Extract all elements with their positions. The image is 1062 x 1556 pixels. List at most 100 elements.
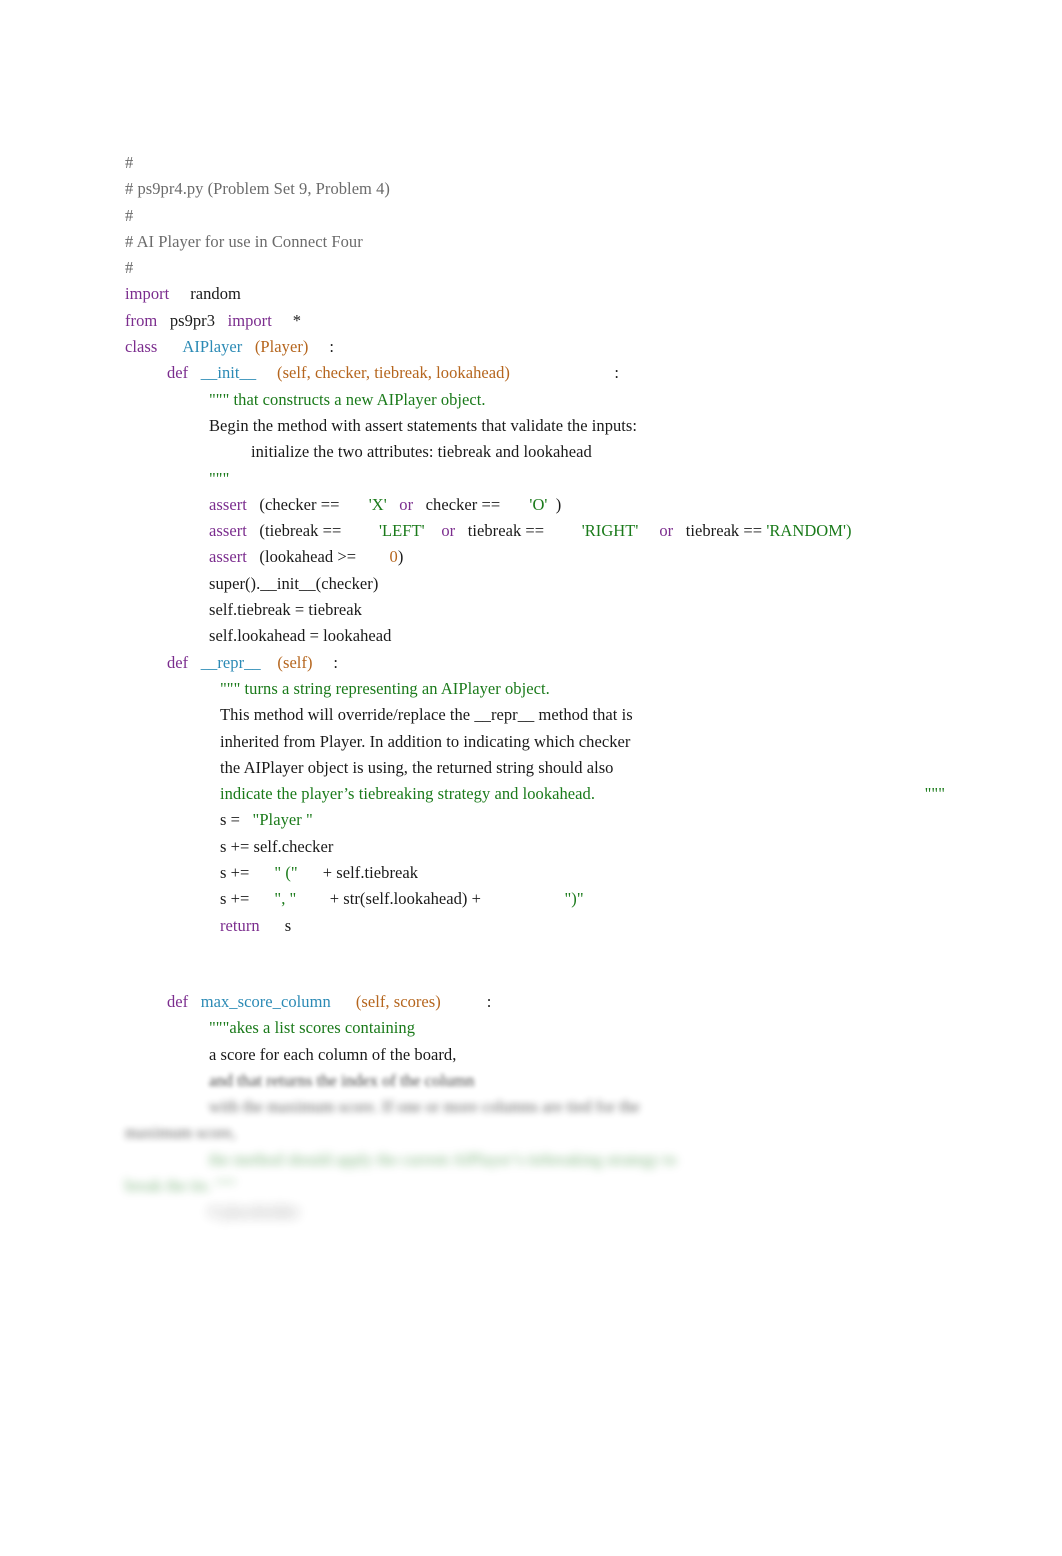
string-random: 'RANDOM') <box>766 521 852 541</box>
s-plus-prefix: s += <box>220 889 250 909</box>
keyword-or: or <box>441 521 456 541</box>
docstring-line-1: turns a string representing an AIPlayer … <box>240 678 550 698</box>
keyword-import-2: import <box>227 310 272 330</box>
docstring-line-3: inherited from Player. In addition to in… <box>220 731 631 751</box>
import-star: * <box>272 311 301 330</box>
string-left: 'LEFT' <box>378 521 425 541</box>
s-assign-prefix: s = <box>220 810 241 830</box>
paren-close: ) <box>397 547 404 567</box>
docstring-line-6: the method should apply the current AIPl… <box>209 1149 677 1169</box>
code-line-super-call: super().__init__(checker) <box>125 571 945 597</box>
docstring-close-quotes: """ <box>924 784 945 804</box>
docstring-line-5: indicate the player’s tiebreaking strate… <box>220 784 596 804</box>
code-line-assert-lookahead: assert (lookahead >= 0) <box>125 544 945 570</box>
code-line-return: return s <box>125 913 945 939</box>
code-line-attr-tiebreak: self.tiebreak = tiebreak <box>125 597 945 623</box>
docstring-line-4: with the maximum score. If one or more c… <box>209 1097 640 1117</box>
code-line-body-blurred: # placeholder <box>125 1199 945 1225</box>
assert-expr-middle-1: tiebreak == <box>467 521 545 541</box>
code-line-comment: # ps9pr4.py (Problem Set 9, Problem 4) <box>125 176 945 202</box>
body-line: # placeholder <box>209 1202 299 1222</box>
method-name-max-score-column: max_score_column <box>200 991 331 1011</box>
code-line-class-def: class AIPlayer (Player) : <box>125 334 945 360</box>
code-line-comment: # <box>125 150 945 176</box>
docstring-open-quotes: """ <box>209 1018 230 1038</box>
code-line-s-plus-tiebreak: s += " (" + self.tiebreak <box>125 860 945 886</box>
assert-expr-prefix: (checker == <box>259 494 340 514</box>
string-comma: ", " <box>274 889 297 909</box>
keyword-assert: assert <box>209 494 247 514</box>
docstring-line-5: maximum score, <box>125 1123 236 1143</box>
colon: : <box>329 337 334 357</box>
class-name-aiplayer: AIPlayer <box>182 337 243 357</box>
code-line-from-import: from ps9pr3 import * <box>125 308 945 334</box>
keyword-def: def <box>167 652 189 672</box>
string-player: "Player " <box>252 810 313 830</box>
code-line-docstring-open: """akes a list scores containing <box>125 1015 945 1041</box>
keyword-or-2: or <box>659 521 674 541</box>
code-line-docstring-blurred: and that returns the index of the column <box>125 1068 945 1094</box>
code-line-docstring: This method will override/replace the __… <box>125 702 945 728</box>
colon: : <box>333 652 339 672</box>
docstring-line-3: initialize the two attributes: tiebreak … <box>251 442 592 462</box>
code-line-attr-lookahead: self.lookahead = lookahead <box>125 623 945 649</box>
code-line-docstring: initialize the two attributes: tiebreak … <box>125 439 945 465</box>
init-params: (self, checker, tiebreak, lookahead) <box>277 363 510 383</box>
docstring-line-1: akes a list scores containing <box>229 1018 416 1038</box>
code-line-assert-tiebreak: assert (tiebreak == 'LEFT' or tiebreak =… <box>125 518 945 544</box>
code-line-docstring: the AIPlayer object is using, the return… <box>125 755 945 781</box>
code-line-s-assign: s = "Player " <box>125 807 945 833</box>
comment-text: # AI Player for use in Connect Four <box>125 231 363 251</box>
keyword-from: from <box>125 310 158 330</box>
comment-text: # <box>125 258 134 278</box>
code-line-docstring-blurred: the method should apply the current AIPl… <box>125 1147 945 1173</box>
comment-text: # ps9pr4.py (Problem Set 9, Problem 4) <box>125 179 390 199</box>
code-line-assert-checker: assert (checker == 'X' or checker == 'O'… <box>125 492 945 518</box>
string-open-paren: " (" <box>274 863 298 883</box>
keyword-class: class <box>125 337 158 357</box>
code-line-comment: # <box>125 203 945 229</box>
s-plus-lookahead-expr: + str(self.lookahead) + <box>329 889 482 909</box>
code-line-def-max-score-column: def max_score_column (self, scores) : <box>125 989 945 1015</box>
from-module-name: ps9pr3 <box>157 311 227 330</box>
code-line-def-repr: def __repr__ (self) : <box>125 650 945 676</box>
code-line-import: import random <box>125 281 945 307</box>
star-glyph: * <box>292 310 302 330</box>
keyword-import: import <box>125 284 170 304</box>
import-module-name: random <box>169 284 241 303</box>
string-o: 'O' <box>529 494 548 514</box>
return-value: s <box>284 915 292 935</box>
colon: : <box>614 363 619 383</box>
docstring-line-2: a score for each column of the board, <box>209 1044 457 1064</box>
code-listing: # # ps9pr4.py (Problem Set 9, Problem 4)… <box>125 150 945 1226</box>
s-plus-prefix: s += <box>220 863 250 883</box>
assert-expr-middle: checker == <box>425 494 501 514</box>
keyword-return: return <box>220 915 260 935</box>
blank-gap <box>125 939 945 989</box>
number-zero: 0 <box>389 547 398 567</box>
keyword-assert: assert <box>209 547 247 567</box>
code-line-docstring-blurred: break the tie. """ <box>125 1173 945 1199</box>
docstring-line-4: the AIPlayer object is using, the return… <box>220 757 614 777</box>
super-init-call: super().__init__(checker) <box>209 573 379 593</box>
docstring-open-quotes: """ <box>209 389 230 409</box>
code-line-def-init: def __init__ (self, checker, tiebreak, l… <box>125 360 945 386</box>
